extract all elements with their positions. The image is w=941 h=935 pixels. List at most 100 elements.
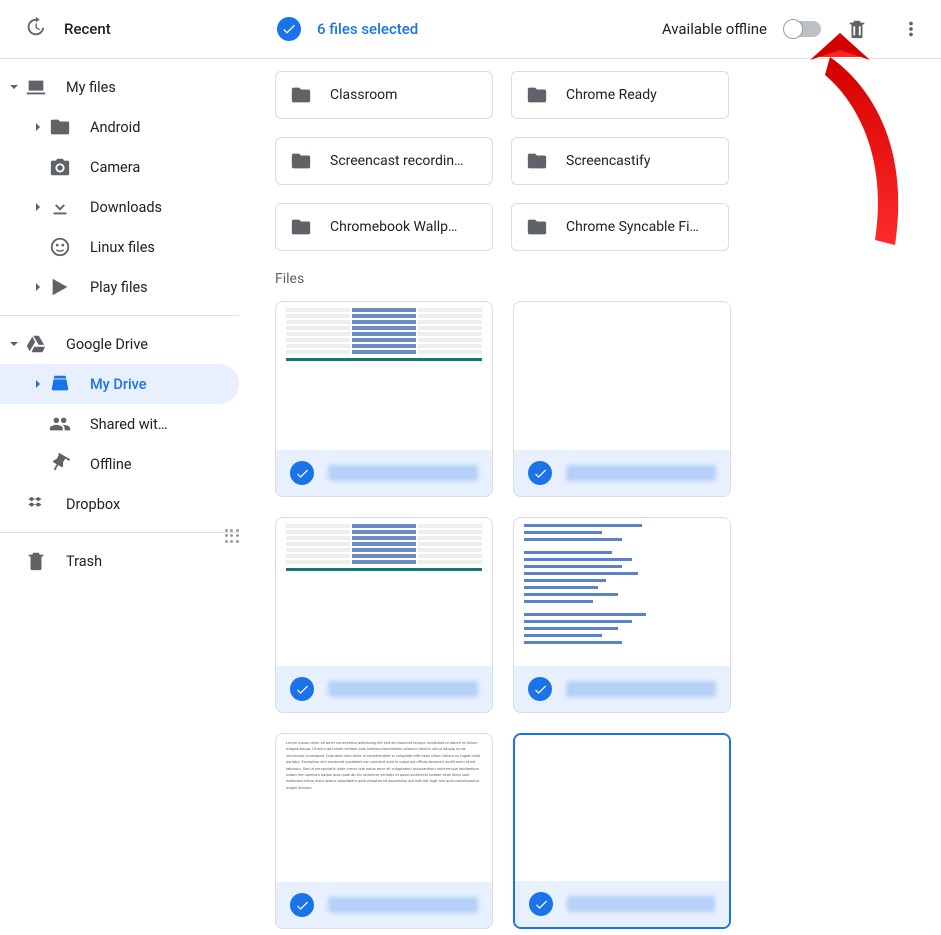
sidebar-item-play-files[interactable]: Play files (0, 267, 239, 307)
file-card[interactable] (513, 301, 731, 497)
file-thumbnail (515, 735, 729, 881)
dropbox-icon (24, 492, 48, 516)
folder-item[interactable]: Classroom (275, 71, 493, 119)
folder-icon (290, 216, 312, 238)
available-offline-toggle[interactable] (785, 21, 821, 37)
sidebar-item-dropbox[interactable]: Dropbox (0, 484, 239, 524)
file-name-redacted (566, 465, 716, 481)
sidebar-item-label: Dropbox (66, 496, 120, 513)
content-area: Classroom Chrome Ready Screencast record… (245, 59, 941, 935)
file-card[interactable] (513, 517, 731, 713)
chevron-down-icon[interactable] (4, 334, 24, 354)
file-thumbnail (514, 302, 730, 450)
file-thumbnail (276, 302, 492, 450)
drag-handle-icon[interactable] (225, 529, 239, 543)
selection-check-icon[interactable] (277, 17, 301, 41)
folder-icon (526, 216, 548, 238)
pin-icon (48, 452, 72, 476)
sidebar-item-offline[interactable]: Offline (0, 444, 239, 484)
folder-label: Chromebook Wallp… (330, 219, 457, 235)
sidebar-item-my-files[interactable]: My files (0, 67, 239, 107)
selected-check-icon[interactable] (528, 677, 552, 701)
navigation-sidebar: My files Android Camera Downloads Linux (0, 59, 245, 589)
folder-label: Chrome Syncable Fi… (566, 219, 699, 235)
file-name-redacted (567, 896, 715, 912)
file-name-redacted (566, 681, 716, 697)
folder-item[interactable]: Screencastify (511, 137, 729, 185)
laptop-icon (24, 75, 48, 99)
folder-label: Screencastify (566, 153, 650, 169)
sidebar-divider (0, 315, 239, 316)
file-thumbnail (276, 518, 492, 666)
file-card[interactable]: Lorem ipsum dolor sit amet consectetur a… (275, 733, 493, 929)
file-card[interactable] (275, 517, 493, 713)
folder-label: Chrome Ready (566, 87, 657, 103)
file-card[interactable] (513, 733, 731, 929)
file-name-redacted (328, 465, 478, 481)
sidebar-item-google-drive[interactable]: Google Drive (0, 324, 239, 364)
selection-toolbar: Recent 6 files selected Available offlin… (0, 0, 941, 58)
file-thumbnail (514, 518, 730, 666)
delete-button[interactable] (839, 11, 875, 47)
sidebar-item-label: Shared wit… (90, 416, 168, 433)
sidebar-item-label: Trash (66, 553, 102, 570)
selected-check-icon[interactable] (290, 677, 314, 701)
chevron-right-icon[interactable] (28, 197, 48, 217)
folder-item[interactable]: Chromebook Wallp… (275, 203, 493, 251)
chevron-right-icon[interactable] (28, 374, 48, 394)
sidebar-item-android[interactable]: Android (0, 107, 239, 147)
selected-check-icon[interactable] (290, 461, 314, 485)
file-thumbnail: Lorem ipsum dolor sit amet consectetur a… (276, 734, 492, 882)
sidebar-item-label: Google Drive (66, 336, 148, 353)
download-icon (48, 195, 72, 219)
folder-item[interactable]: Chrome Syncable Fi… (511, 203, 729, 251)
camera-icon (48, 155, 72, 179)
recent-label[interactable]: Recent (64, 20, 111, 38)
folder-label: Screencast recordin… (330, 153, 463, 169)
selected-check-icon[interactable] (528, 461, 552, 485)
sidebar-item-my-drive[interactable]: My Drive (0, 364, 239, 404)
sidebar-item-label: Android (90, 119, 140, 136)
file-name-redacted (328, 897, 478, 913)
files-section-heading: Files (275, 271, 921, 287)
folder-icon (290, 150, 312, 172)
selected-check-icon[interactable] (290, 893, 314, 917)
folder-icon (48, 115, 72, 139)
recent-icon (24, 16, 46, 42)
folder-item[interactable]: Chrome Ready (511, 71, 729, 119)
sidebar-item-shared[interactable]: Shared wit… (0, 404, 239, 444)
sidebar-item-trash[interactable]: Trash (0, 541, 239, 581)
google-drive-icon (24, 332, 48, 356)
sidebar-item-label: Downloads (90, 199, 162, 216)
trash-icon (24, 549, 48, 573)
sidebar-item-linux[interactable]: Linux files (0, 227, 239, 267)
play-store-icon (48, 275, 72, 299)
sidebar-item-label: Offline (90, 456, 132, 473)
file-card[interactable] (275, 301, 493, 497)
files-grid: Lorem ipsum dolor sit amet consectetur a… (275, 301, 921, 929)
sidebar-item-label: Linux files (90, 239, 155, 256)
folder-label: Classroom (330, 87, 397, 103)
chevron-right-icon[interactable] (28, 117, 48, 137)
file-name-redacted (328, 681, 478, 697)
folder-item[interactable]: Screencast recordin… (275, 137, 493, 185)
more-options-button[interactable] (893, 11, 929, 47)
sidebar-item-label: My files (66, 79, 116, 96)
linux-icon (48, 235, 72, 259)
available-offline-label: Available offline (662, 20, 767, 38)
selected-check-icon[interactable] (529, 892, 553, 916)
chevron-down-icon[interactable] (4, 77, 24, 97)
folder-icon (290, 84, 312, 106)
selection-count-label: 6 files selected (317, 20, 418, 38)
sidebar-item-camera[interactable]: Camera (0, 147, 239, 187)
shared-icon (48, 412, 72, 436)
sidebar-item-downloads[interactable]: Downloads (0, 187, 239, 227)
sidebar-divider (0, 532, 239, 533)
sidebar-item-label: Camera (90, 159, 140, 176)
folder-icon (526, 150, 548, 172)
folder-icon (526, 84, 548, 106)
folders-grid: Classroom Chrome Ready Screencast record… (275, 71, 921, 251)
chevron-right-icon[interactable] (28, 277, 48, 297)
my-drive-icon (48, 372, 72, 396)
sidebar-item-label: Play files (90, 279, 148, 296)
